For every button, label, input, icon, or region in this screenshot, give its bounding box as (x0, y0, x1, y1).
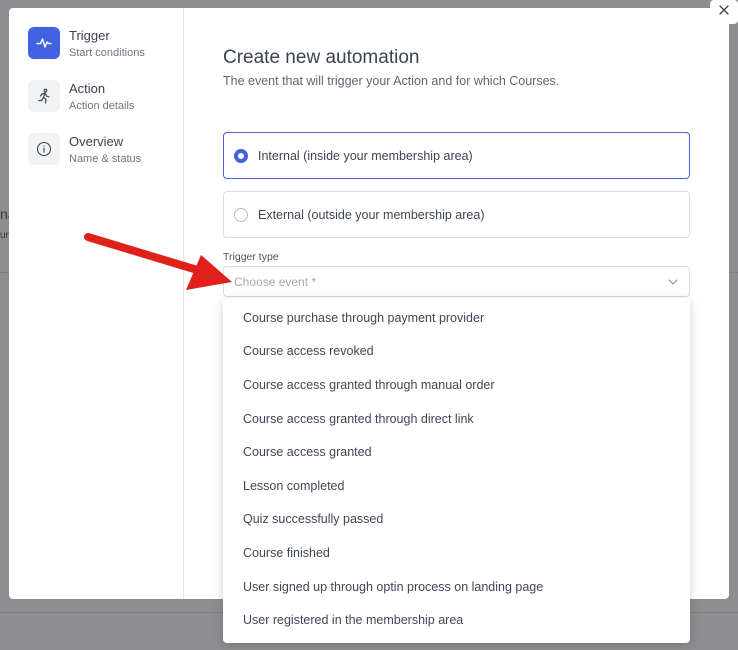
option-external[interactable]: External (outside your membership area) (223, 191, 690, 238)
step-title: Trigger (69, 28, 110, 43)
option-label: Internal (inside your membership area) (258, 148, 473, 163)
page-title: Create new automation (223, 47, 420, 68)
wizard-sidebar: Trigger Start conditions Action Action d… (9, 8, 184, 599)
step-subtitle: Action details (69, 100, 135, 112)
trigger-type-select[interactable]: Choose event * (223, 266, 690, 297)
trigger-type-label: Trigger type (223, 251, 279, 263)
pulse-icon (28, 27, 60, 59)
option-internal[interactable]: Internal (inside your membership area) (223, 132, 690, 179)
step-subtitle: Name & status (69, 153, 142, 165)
radio-internal[interactable] (234, 148, 248, 163)
dropdown-option[interactable]: Quiz successfully passed (223, 503, 690, 537)
sidebar-step-trigger[interactable]: Trigger Start conditions (28, 27, 145, 61)
dropdown-option[interactable]: Course purchase through payment provider (223, 301, 690, 335)
page-subtitle: The event that will trigger your Action … (223, 74, 560, 88)
event-dropdown: Course purchase through payment provider… (223, 298, 690, 643)
dropdown-option[interactable]: Course access granted through direct lin… (223, 402, 690, 436)
dropdown-option[interactable]: User registered in the membership area (223, 603, 690, 637)
chevron-down-icon (667, 276, 679, 291)
sidebar-step-action[interactable]: Action Action details (28, 80, 134, 114)
option-label: External (outside your membership area) (258, 207, 485, 222)
running-person-icon (28, 80, 60, 112)
dropdown-option[interactable]: Course access revoked (223, 335, 690, 369)
background-text-fragment: ur (0, 230, 9, 241)
dropdown-option[interactable]: Course access granted (223, 435, 690, 469)
step-subtitle: Start conditions (69, 47, 145, 59)
close-button[interactable] (710, 0, 738, 24)
dropdown-option[interactable]: Lesson completed (223, 469, 690, 503)
close-icon (718, 3, 730, 21)
dropdown-option[interactable]: Course access granted through manual ord… (223, 368, 690, 402)
dropdown-option[interactable]: Course finished (223, 536, 690, 570)
background-text-fragment: na (0, 206, 9, 222)
step-title: Action (69, 81, 106, 96)
sidebar-step-overview[interactable]: Overview Name & status (28, 133, 141, 167)
info-icon (28, 133, 60, 165)
dropdown-option[interactable]: User signed up through optin process on … (223, 570, 690, 604)
step-title: Overview (69, 134, 124, 149)
radio-external[interactable] (234, 207, 248, 222)
select-placeholder: Choose event * (234, 274, 317, 289)
